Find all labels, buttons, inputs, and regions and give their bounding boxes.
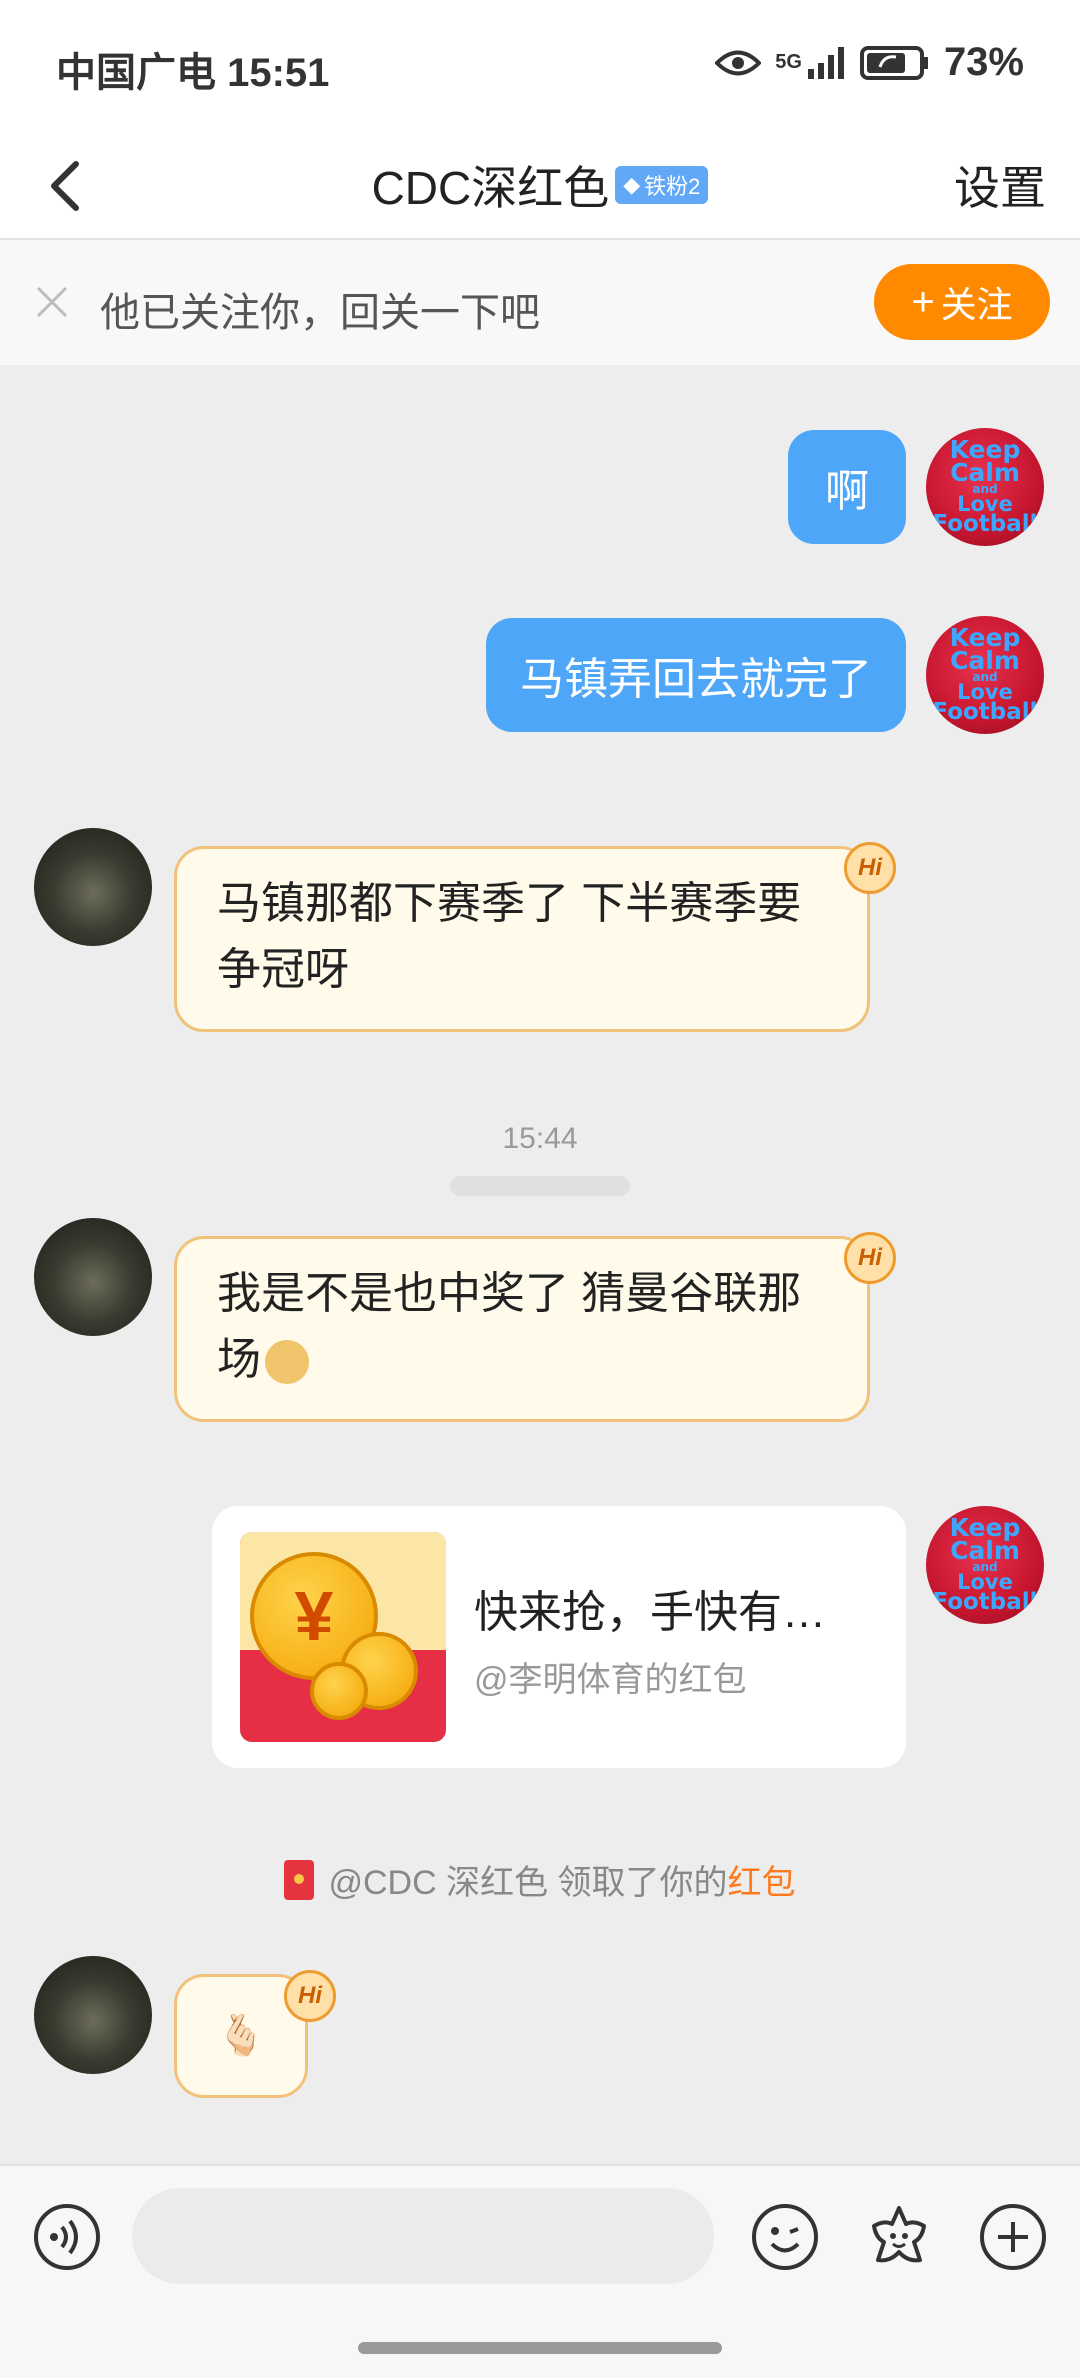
settings-button[interactable]: 设置	[954, 152, 1046, 218]
follow-prompt: 他已关注你，回关一下吧	[100, 291, 540, 335]
network-label: 5G	[775, 51, 802, 73]
message-bubble-sent[interactable]: 啊	[788, 430, 906, 544]
avatar[interactable]: Keep Calm and Love Football	[926, 616, 1044, 734]
status-bar: 中国广电 15:51 5G 73%	[0, 0, 1080, 130]
fan-badge-label: 铁粉2	[644, 174, 701, 199]
avatar[interactable]	[34, 828, 152, 946]
message-bubble-sent[interactable]: 马镇弄回去就完了	[486, 618, 906, 732]
timestamp: 15:44	[502, 1122, 578, 1155]
watermark	[450, 1176, 630, 1196]
message-line: 马镇那都下赛季了 下半赛季要	[217, 879, 802, 928]
message-bubble-received[interactable]: 我是不是也中奖了 猜曼谷联那 场	[174, 1236, 870, 1422]
message-line: 争冠呀	[217, 945, 349, 994]
message-input[interactable]	[132, 2188, 714, 2284]
doge-emoji-icon	[265, 1340, 309, 1385]
red-packet-icon: ¥	[240, 1532, 446, 1742]
avatar[interactable]: Keep Calm and Love Football	[926, 428, 1044, 546]
hi-badge[interactable]: Hi	[844, 842, 896, 894]
hi-badge[interactable]: Hi	[844, 1232, 896, 1284]
avatar[interactable]	[34, 1218, 152, 1336]
diamond-icon: ◆	[623, 172, 641, 197]
eye-icon	[715, 50, 762, 75]
chat-header: CDC深红色 ◆ 铁粉2 设置	[0, 130, 1080, 240]
page-title[interactable]: CDC深红色	[372, 152, 610, 218]
follow-button-label: 关注	[940, 284, 1013, 325]
message-line: 场	[217, 1327, 827, 1393]
red-envelope-icon	[284, 1859, 315, 1900]
plus-circle-icon[interactable]	[978, 2202, 1048, 2272]
message-bubble-received[interactable]: 马镇那都下赛季了 下半赛季要 争冠呀	[174, 846, 870, 1032]
status-icons: 5G 73%	[715, 40, 1024, 85]
red-packet-notice: @CDC 深红色 领取了你的 红包	[0, 1855, 1080, 1904]
red-packet-subtitle: @李明体育的红包	[474, 1661, 747, 1699]
emoji-icon[interactable]	[750, 2202, 820, 2272]
notice-link[interactable]: 红包	[728, 1855, 796, 1904]
finger-heart-emoji-icon: 🫰🏻	[216, 2014, 266, 2058]
signal-icon	[807, 46, 844, 79]
battery-percent: 73%	[943, 40, 1024, 84]
plus-icon: +	[911, 279, 935, 324]
hi-badge[interactable]: Hi	[284, 1970, 336, 2022]
avatar[interactable]	[34, 1956, 152, 2074]
battery-icon	[859, 45, 928, 80]
red-packet-title: 快来抢，手快有…	[474, 1588, 826, 1637]
close-icon[interactable]	[30, 280, 74, 324]
sticker-icon[interactable]	[864, 2202, 934, 2272]
fan-badge: ◆ 铁粉2	[615, 166, 709, 204]
follow-bar: 他已关注你，回关一下吧 + 关注	[0, 240, 1080, 365]
message-line: 我是不是也中奖了 猜曼谷联那	[217, 1269, 802, 1318]
avatar[interactable]: Keep Calm and Love Football	[926, 1506, 1044, 1624]
carrier-time: 中国广电 15:51	[56, 51, 330, 95]
follow-button[interactable]: + 关注	[874, 264, 1050, 340]
input-bar	[0, 2164, 1080, 2378]
title-wrap: CDC深红色 ◆ 铁粉2	[0, 152, 1080, 218]
red-packet-card[interactable]: ¥ 快来抢，手快有… @李明体育的红包	[212, 1506, 906, 1768]
home-indicator[interactable]	[358, 2342, 722, 2354]
notice-text: @CDC 深红色 领取了你的	[328, 1864, 728, 1902]
voice-icon[interactable]	[32, 2202, 102, 2272]
